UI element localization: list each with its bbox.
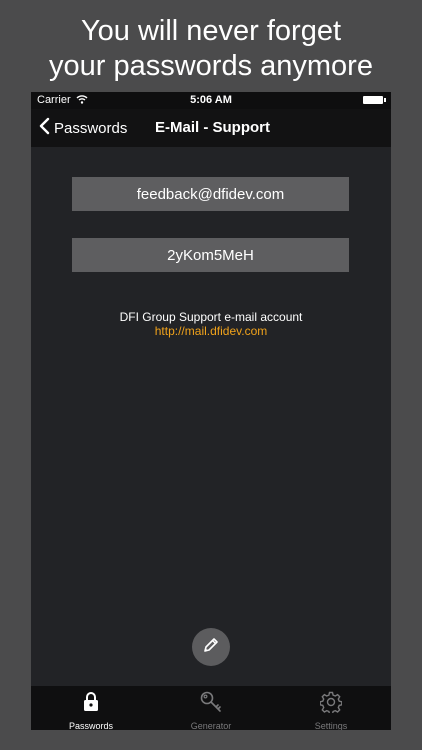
promo-headline-line-2: your passwords anymore <box>49 50 373 82</box>
promo-headline-line-1: You will never forget <box>80 15 342 47</box>
edit-button[interactable] <box>192 628 230 666</box>
url-link[interactable]: http://mail.dfidev.com <box>31 324 391 338</box>
tab-generator[interactable]: Generator <box>151 686 271 730</box>
battery-icon <box>363 96 386 104</box>
promo-headline: You will never forget your passwords any… <box>0 14 422 84</box>
pencil-icon <box>201 635 221 660</box>
tab-settings[interactable]: Settings <box>271 686 391 730</box>
navigation-bar: Passwords E-Mail - Support <box>31 109 391 147</box>
back-button-label: Passwords <box>54 119 128 137</box>
entry-note: DFI Group Support e-mail account http://… <box>31 310 391 338</box>
status-time: 5:06 AM <box>190 94 232 106</box>
note-text: DFI Group Support e-mail account <box>119 310 303 324</box>
chevron-left-icon <box>39 117 50 140</box>
page-title: E-Mail - Support <box>155 119 270 136</box>
tab-passwords[interactable]: Passwords <box>31 686 151 730</box>
gear-icon <box>319 691 343 718</box>
back-button[interactable]: Passwords <box>39 109 127 147</box>
tab-label-passwords: Passwords <box>68 721 113 730</box>
phone-screen: Carrier 5:06 AM Passwords E-Mail - Suppo… <box>31 92 391 730</box>
login-field[interactable]: feedback@dfidev.com <box>72 177 349 211</box>
status-bar: Carrier 5:06 AM <box>31 92 391 109</box>
lock-icon <box>81 691 101 718</box>
tab-bar: Passwords Generator Settings <box>31 686 391 730</box>
tab-label-settings: Settings <box>314 721 348 730</box>
password-field[interactable]: 2yKom5MeH <box>72 238 349 272</box>
key-icon <box>199 691 223 718</box>
tab-label-generator: Generator <box>190 721 232 730</box>
